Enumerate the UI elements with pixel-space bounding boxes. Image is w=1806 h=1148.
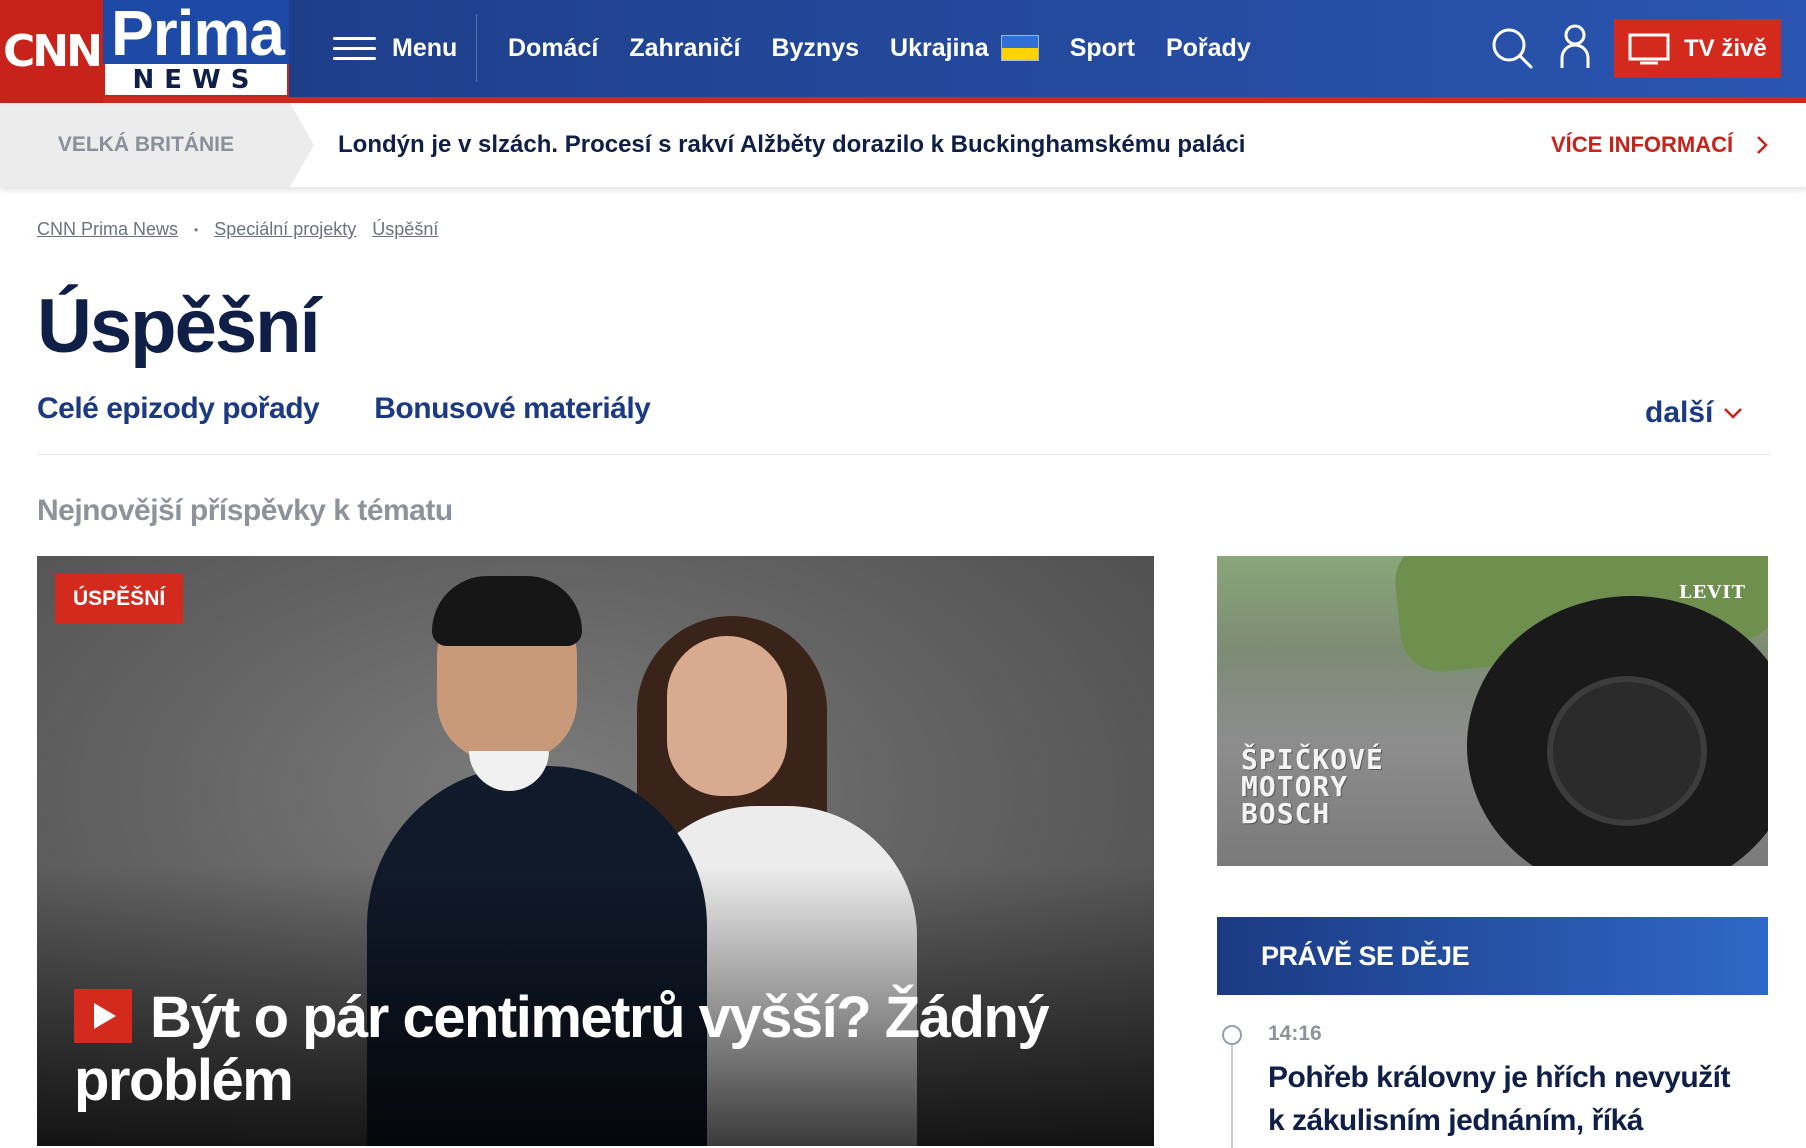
hero-category-tag[interactable]: ÚSPĚŠNÍ <box>55 574 184 624</box>
section-divider <box>37 454 1771 455</box>
hero-title-text: Být o pár centimetrů vyšší? Žádný problé… <box>74 985 1050 1113</box>
more-info-label: VÍCE INFORMACÍ <box>1551 132 1734 157</box>
breaking-headline[interactable]: Londýn je v slzách. Procesí s rakví Alžb… <box>338 103 1245 187</box>
search-icon[interactable] <box>1490 26 1534 70</box>
hero-title[interactable]: Být o pár centimetrů vyšší? Žádný problé… <box>74 986 1054 1112</box>
site-header: CNN Prima NEWS Menu Domácí Zahraničí Byz… <box>0 0 1806 103</box>
timeline-line <box>1231 1036 1233 1148</box>
user-icon[interactable] <box>1560 24 1590 70</box>
live-feed-heading[interactable]: PRÁVĚ SE DĚJE <box>1217 917 1768 995</box>
tv-icon <box>1628 33 1670 64</box>
chevron-right-icon <box>1757 136 1768 154</box>
play-icon <box>74 989 132 1043</box>
prima-news-logo[interactable]: Prima NEWS <box>103 0 289 97</box>
live-item-headline[interactable]: Pohřeb královny je hřích nevyužít k záku… <box>1268 1056 1748 1142</box>
nav-item-porady[interactable]: Pořady <box>1166 34 1251 63</box>
nav-item-domaci[interactable]: Domácí <box>508 34 598 63</box>
prima-logo-text: Prima <box>111 0 285 69</box>
hamburger-icon <box>333 34 376 62</box>
ad-caption: ŠPIČKOVÉ MOTORY BOSCH <box>1241 743 1384 830</box>
more-dropdown-label: další <box>1645 396 1714 429</box>
sub-nav: Celé epizody pořady Bonusové materiály <box>37 392 705 426</box>
tv-live-button[interactable]: TV živě <box>1614 19 1781 78</box>
hero-article-card[interactable]: ÚSPĚŠNÍ Být o pár centimetrů vyšší? Žádn… <box>37 556 1154 1146</box>
advertisement-video[interactable]: LEVIT ŠPIČKOVÉ MOTORY BOSCH <box>1217 556 1768 866</box>
nav-item-ukrajina[interactable]: Ukrajina <box>890 34 1039 63</box>
menu-label: Menu <box>392 33 458 62</box>
nav-item-ukrajina-label: Ukrajina <box>890 33 989 62</box>
breadcrumb-special-projects[interactable]: Speciální projekty <box>214 219 356 240</box>
news-logo-text: NEWS <box>103 64 289 97</box>
breadcrumb-separator: • <box>194 222 199 237</box>
more-dropdown[interactable]: další <box>1645 396 1743 430</box>
nav-item-byznys[interactable]: Byznys <box>771 34 859 63</box>
main-nav: Domácí Zahraničí Byznys Ukrajina Sport P… <box>508 28 1282 68</box>
chevron-down-icon <box>1724 408 1743 419</box>
tv-live-label: TV živě <box>1684 34 1767 62</box>
breadcrumb-home[interactable]: CNN Prima News <box>37 219 178 240</box>
ad-brand-logo: LEVIT <box>1678 582 1746 603</box>
timeline-dot-icon <box>1222 1025 1242 1045</box>
menu-button[interactable]: Menu <box>333 28 457 68</box>
breadcrumb: CNN Prima News • Speciální projekty Úspě… <box>37 219 438 240</box>
breaking-news-bar: VELKÁ BRITÁNIE Londýn je v slzách. Proce… <box>0 103 1806 187</box>
header-divider <box>476 14 477 82</box>
live-item-time: 14:16 <box>1268 1022 1322 1045</box>
more-info-link[interactable]: VÍCE INFORMACÍ <box>1551 103 1769 187</box>
breadcrumb-current[interactable]: Úspěšní <box>372 219 438 240</box>
nav-item-zahranici[interactable]: Zahraničí <box>629 34 740 63</box>
nav-item-sport[interactable]: Sport <box>1070 34 1135 63</box>
breaking-tag[interactable]: VELKÁ BRITÁNIE <box>0 103 314 187</box>
section-heading: Nejnovější příspěvky k tématu <box>37 494 453 527</box>
cnn-logo[interactable]: CNN <box>0 0 103 103</box>
subnav-full-episodes[interactable]: Celé epizody pořady <box>37 392 320 426</box>
subnav-bonus-materials[interactable]: Bonusové materiály <box>374 392 651 426</box>
ukraine-flag-icon <box>1000 35 1039 61</box>
page-title: Úspěšní <box>37 284 321 369</box>
